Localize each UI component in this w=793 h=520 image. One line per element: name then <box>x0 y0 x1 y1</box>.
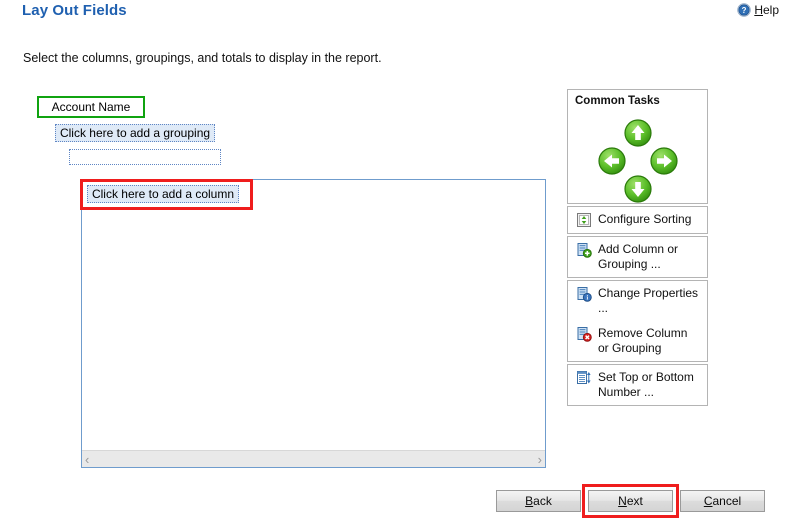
scroll-left-icon[interactable]: ‹ <box>85 453 89 466</box>
properties-icon: i <box>577 287 592 302</box>
task-set-top-or-bottom-number[interactable]: Set Top or Bottom Number ... <box>568 365 707 405</box>
cancel-button[interactable]: Cancel <box>680 490 765 512</box>
help-label-rest: elp <box>762 3 779 17</box>
svg-text:?: ? <box>742 6 747 15</box>
next-accel-letter: N <box>618 494 627 508</box>
tasks-modify-section: i Change Properties ... Remove Column or… <box>567 280 708 362</box>
common-tasks-panel: Common Tasks Configure Sorting Add Colum… <box>567 89 708 406</box>
account-name-label: Account Name <box>51 99 131 114</box>
tasks-topbottom-section: Set Top or Bottom Number ... <box>567 364 708 406</box>
page-title: Lay Out Fields <box>22 2 127 19</box>
move-up-button[interactable] <box>624 119 652 147</box>
task-change-properties[interactable]: i Change Properties ... <box>568 281 707 321</box>
report-design-surface[interactable] <box>81 179 546 468</box>
next-button[interactable]: Next <box>588 490 673 512</box>
tasks-sorting-section: Configure Sorting <box>567 206 708 234</box>
move-field-dpad <box>568 107 707 203</box>
help-accel-letter: H <box>754 3 763 17</box>
move-right-button[interactable] <box>650 147 678 175</box>
help-link-label: Help <box>754 3 779 17</box>
page-subtitle: Select the columns, groupings, and total… <box>23 51 382 65</box>
remove-column-icon <box>577 327 592 342</box>
task-add-column-or-grouping[interactable]: Add Column or Grouping ... <box>568 237 707 277</box>
add-grouping-placeholder[interactable]: Click here to add a grouping <box>55 124 215 142</box>
add-column-icon <box>577 243 592 258</box>
sort-icon <box>577 213 591 227</box>
task-label: Add Column or Grouping ... <box>598 242 679 271</box>
empty-grouping-slot[interactable] <box>69 149 221 165</box>
design-surface-horizontal-scrollbar[interactable]: ‹ › <box>82 450 545 467</box>
tasks-nav-section: Common Tasks <box>567 89 708 204</box>
move-left-button[interactable] <box>598 147 626 175</box>
task-configure-sorting[interactable]: Configure Sorting <box>568 207 707 233</box>
add-grouping-label: Click here to add a grouping <box>59 126 211 140</box>
back-label-rest: ack <box>533 494 552 508</box>
tasks-add-section: Add Column or Grouping ... <box>567 236 708 278</box>
add-column-label: Click here to add a column <box>91 187 235 201</box>
cancel-label-rest: ancel <box>712 494 742 508</box>
task-remove-column-or-grouping[interactable]: Remove Column or Grouping <box>568 321 707 361</box>
help-link[interactable]: ? Help <box>737 3 779 17</box>
help-circle-icon: ? <box>737 3 752 17</box>
task-label: Configure Sorting <box>598 212 692 226</box>
account-name-field[interactable]: Account Name <box>37 96 145 118</box>
common-tasks-header: Common Tasks <box>575 95 660 107</box>
task-label: Change Properties ... <box>598 286 699 315</box>
task-label: Remove Column or Grouping <box>598 326 688 355</box>
back-accel-letter: B <box>525 494 534 508</box>
task-label: Set Top or Bottom Number ... <box>598 370 694 399</box>
next-label-rest: ext <box>626 494 643 508</box>
back-button[interactable]: Back <box>496 490 581 512</box>
top-bottom-icon <box>577 371 591 384</box>
move-down-button[interactable] <box>624 175 652 203</box>
add-column-placeholder[interactable]: Click here to add a column <box>87 185 239 203</box>
scroll-right-icon[interactable]: › <box>538 453 542 466</box>
